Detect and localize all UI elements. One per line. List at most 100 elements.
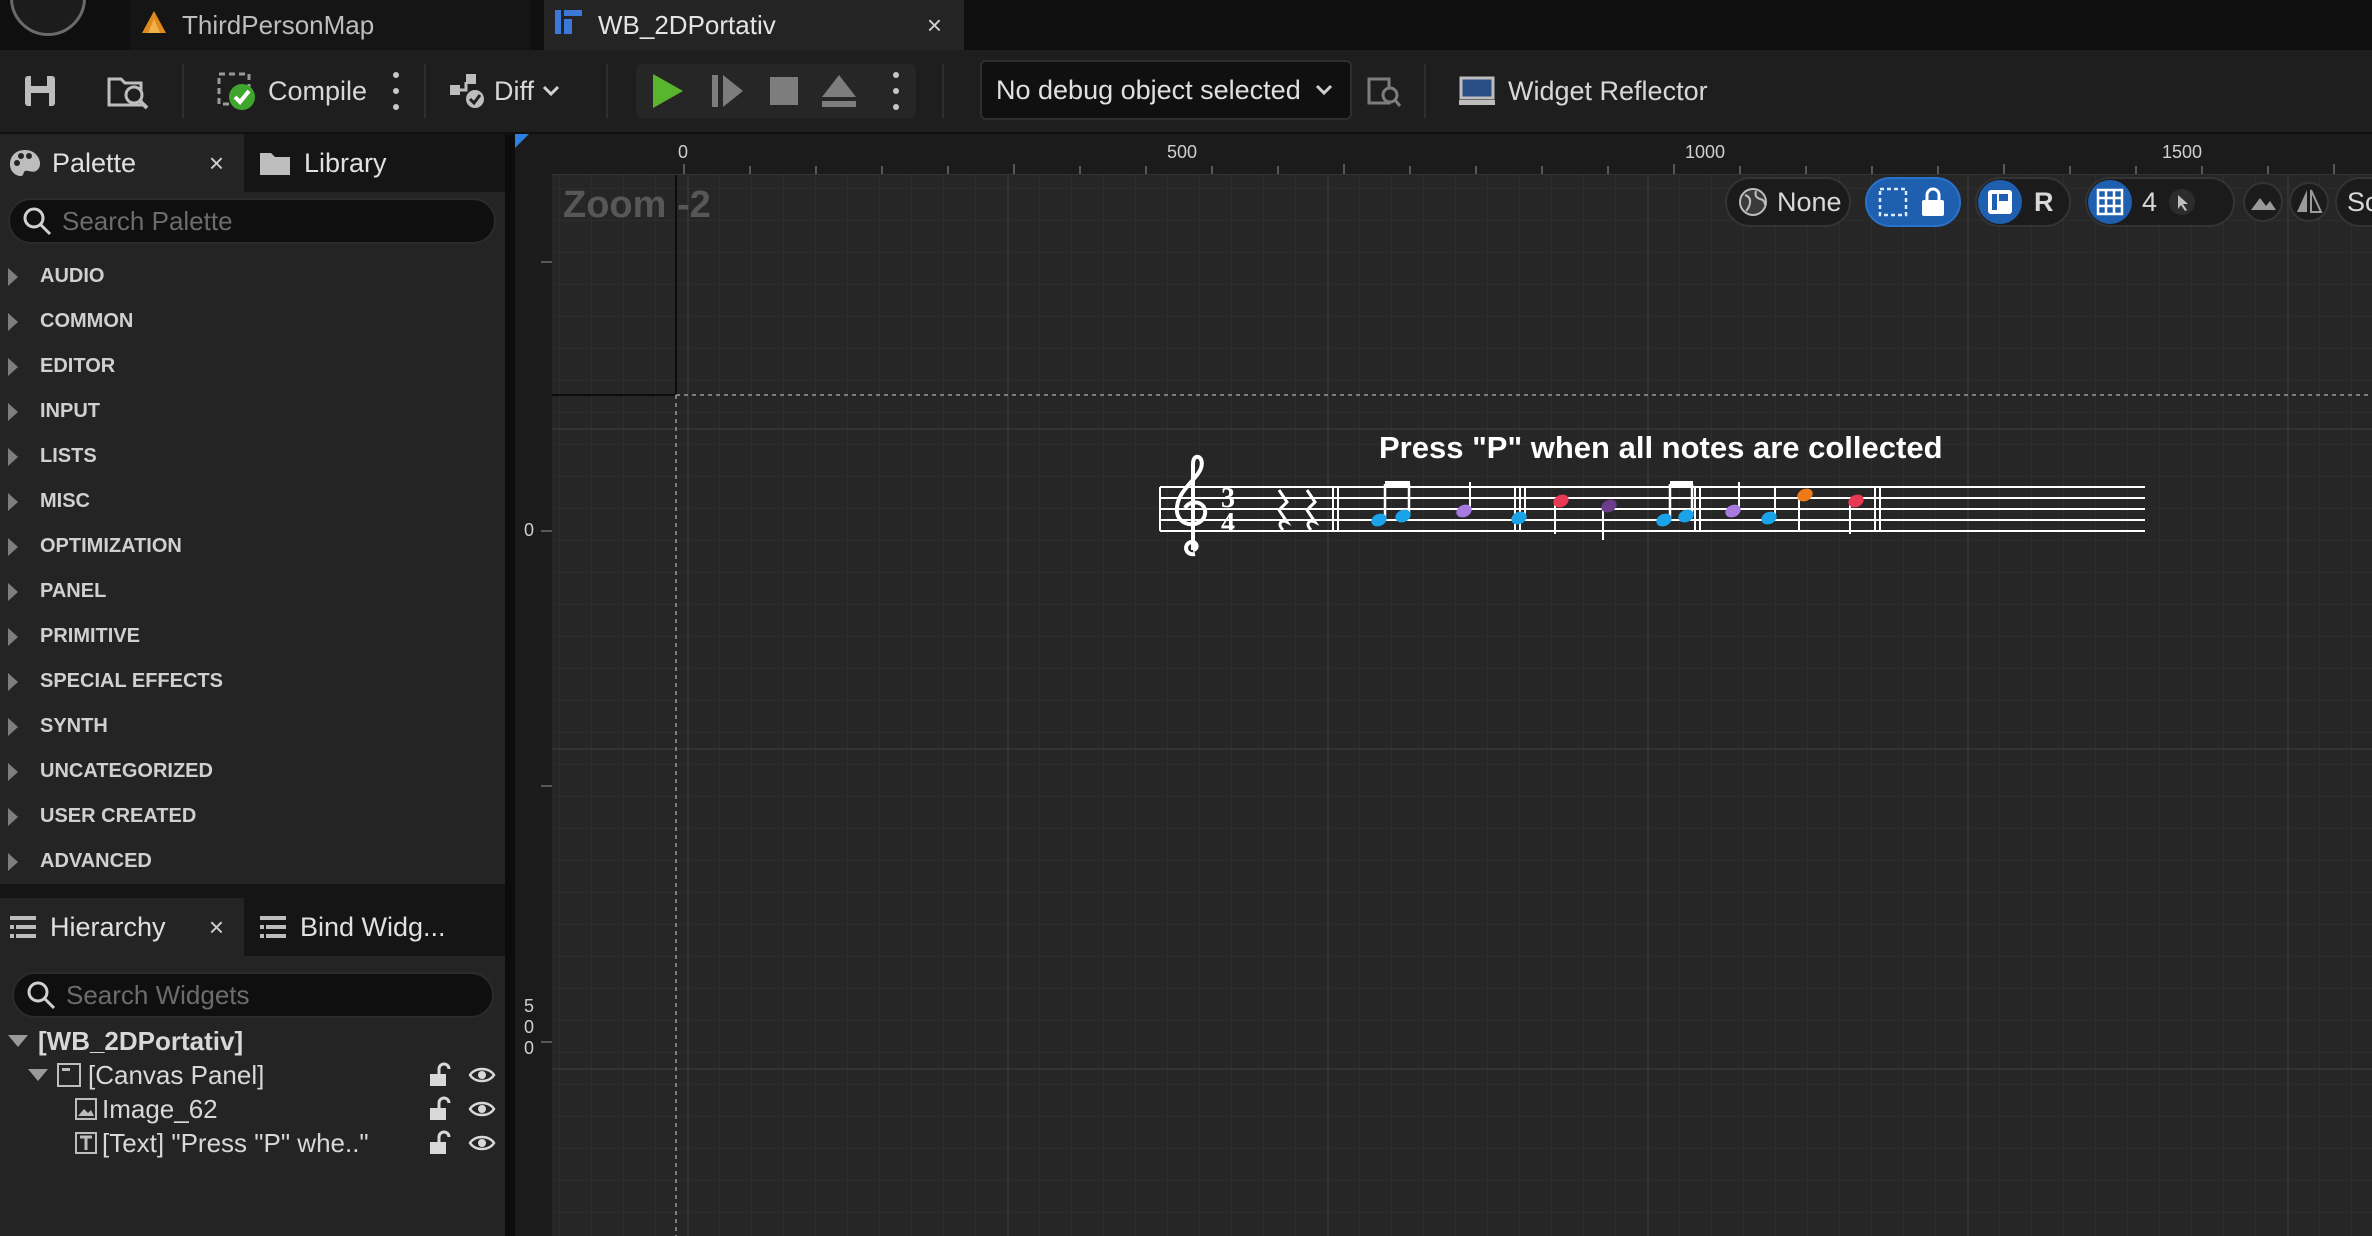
close-tab-icon[interactable]: × [927,10,942,41]
tree-row-canvas-panel[interactable]: [Canvas Panel] [0,1058,505,1092]
palette-category-input[interactable]: INPUT [0,389,505,434]
layout-icon [1988,190,2012,214]
image-preview-button[interactable] [2243,182,2283,227]
tab-thirdpersonmap[interactable]: ThirdPersonMap [130,0,530,50]
expand-arrow-icon[interactable] [8,717,18,736]
grid-snap-toggle[interactable] [2088,180,2132,224]
search-input[interactable] [62,205,482,237]
respect-locks-label[interactable]: R [2034,187,2054,218]
palette-category-user-created[interactable]: USER CREATED [0,794,505,839]
expand-arrow-icon[interactable] [8,627,18,646]
palette-category-label: COMMON [40,310,134,332]
palette-category-list: AUDIO COMMON EDITOR INPUT LISTS MISC OPTIMIZAT… [0,254,505,884]
panel-splitter[interactable] [505,134,515,1236]
close-palette-icon[interactable]: × [209,148,224,179]
widget-reflector-button[interactable]: Widget Reflector [1458,50,1708,132]
expand-arrow-icon[interactable] [8,267,18,286]
palette-category-special-effects[interactable]: SPECIAL EFFECTS [0,659,505,704]
palette-category-optimization[interactable]: OPTIMIZATION [0,524,505,569]
expand-arrow-icon[interactable] [8,537,18,556]
tab-hierarchy[interactable]: Hierarchy × [0,898,244,956]
expand-arrow-icon[interactable] [8,1035,28,1047]
debug-find-button[interactable] [1366,50,1402,132]
palette-category-primitive[interactable]: PRIMITIVE [0,614,505,659]
palette-category-lists[interactable]: LISTS [0,434,505,479]
ruler-label: 0 [678,142,689,162]
hierarchy-tab-label: Hierarchy [50,911,166,942]
chevron-down-icon [542,85,560,97]
title-tab-bar: ThirdPersonMap WB_2DPortativ × [0,0,2372,50]
palette-category-label: ADVANCED [40,850,152,872]
widget-layout-toggle[interactable] [1978,180,2022,224]
search-input[interactable] [66,979,486,1011]
step-button[interactable] [710,50,746,132]
hierarchy-search[interactable] [12,972,494,1018]
unreal-logo-icon[interactable] [10,0,86,36]
expand-arrow-icon[interactable] [8,852,18,871]
expand-arrow-icon[interactable] [8,762,18,781]
browse-button[interactable] [106,50,150,132]
canvas-panel-icon [57,1063,81,1087]
tree-item-label: [Canvas Panel] [88,1059,265,1090]
expand-arrow-icon[interactable] [8,312,18,331]
palette-panel-tabs: Palette × Library [0,134,505,192]
stop-button[interactable] [768,50,800,132]
tab-palette[interactable]: Palette × [0,134,244,192]
palette-category-advanced[interactable]: ADVANCED [0,839,505,884]
unlock-icon[interactable] [428,1096,452,1122]
eject-icon [822,75,856,107]
designer-canvas[interactable]: 0 500 1000 1500 0 5 0 0 Zoom -2 None R 4… [515,134,2372,1236]
expand-arrow-icon[interactable] [8,672,18,691]
expand-arrow-icon[interactable] [8,447,18,466]
play-options-icon[interactable] [893,72,899,110]
visibility-eye-icon[interactable] [468,1065,496,1085]
localization-preview-button[interactable]: None [1725,177,1851,227]
cursor-select-icon[interactable] [2167,187,2197,217]
tree-row-text[interactable]: [Text] "Press "P" whe.." [0,1126,505,1160]
palette-search[interactable] [8,198,496,244]
palette-category-synth[interactable]: SYNTH [0,704,505,749]
tree-row-image[interactable]: Image_62 [0,1092,505,1126]
palette-category-audio[interactable]: AUDIO [0,254,505,299]
expand-arrow-icon[interactable] [8,492,18,511]
lock-icon[interactable] [1919,186,1947,218]
palette-panel: Palette × Library AUDIO COMMON EDITOR INPUT… [0,134,505,884]
palette-category-uncategorized[interactable]: UNCATEGORIZED [0,749,505,794]
close-hierarchy-icon[interactable]: × [209,912,224,943]
expand-arrow-icon[interactable] [28,1069,48,1081]
save-button[interactable] [22,50,58,132]
eject-button[interactable] [820,50,858,132]
tab-wb-2dportativ[interactable]: WB_2DPortativ × [544,0,964,50]
design-grid[interactable] [552,175,2372,1236]
grid-snap-value[interactable]: 4 [2142,187,2157,218]
ruler-label: 1500 [2162,142,2203,162]
palette-category-common[interactable]: COMMON [0,299,505,344]
visibility-eye-icon[interactable] [468,1133,496,1153]
compile-options-icon[interactable] [393,72,399,110]
flip-icon [2289,182,2329,222]
image-widget-icon [75,1098,97,1120]
marquee-select-icon[interactable] [1877,186,1909,218]
expand-arrow-icon[interactable] [8,582,18,601]
tab-bind-widgets[interactable]: Bind Widg... [244,898,494,956]
diff-button[interactable]: Diff [448,50,560,132]
visibility-eye-icon[interactable] [468,1099,496,1119]
palette-category-editor[interactable]: EDITOR [0,344,505,389]
play-button[interactable] [650,50,686,132]
flip-button[interactable] [2289,182,2329,227]
compile-button[interactable]: Compile [216,50,367,132]
tab-library[interactable]: Library [244,134,484,192]
selection-lock-group [1865,177,1961,227]
palette-category-panel[interactable]: PANEL [0,569,505,614]
debug-object-dropdown[interactable]: No debug object selected [980,60,1352,120]
expand-arrow-icon[interactable] [8,357,18,376]
tree-root-row[interactable]: [WB_2DPortativ] [0,1024,505,1058]
expand-arrow-icon[interactable] [8,402,18,421]
music-staff-image-widget[interactable]: 3 4 [1155,454,2155,564]
unlock-icon[interactable] [428,1062,452,1088]
expand-arrow-icon[interactable] [8,807,18,826]
palette-category-misc[interactable]: MISC [0,479,505,524]
folder-search-icon [107,77,149,110]
unlock-icon[interactable] [428,1130,452,1156]
row-actions [428,1062,496,1088]
